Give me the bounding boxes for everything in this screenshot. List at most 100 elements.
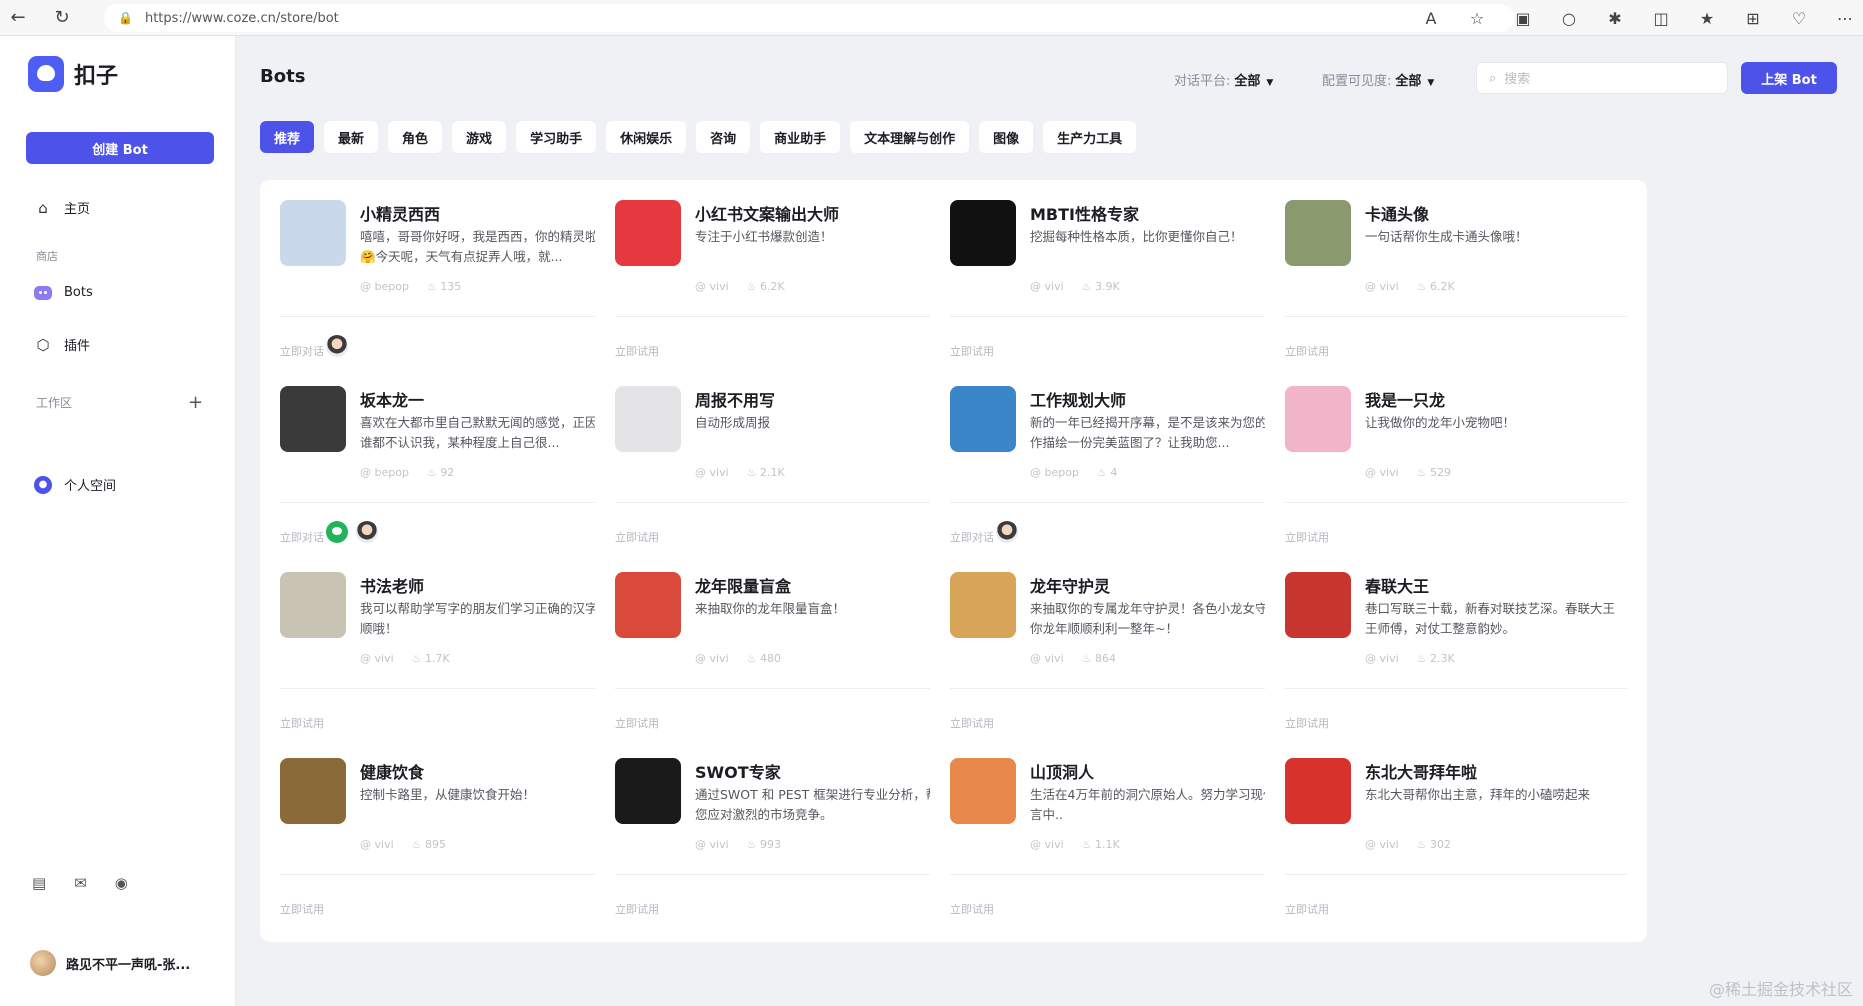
- platform-avatar-icon: [356, 521, 378, 543]
- fire-icon: ♨: [411, 838, 425, 851]
- address-bar[interactable]: 🔒 https://www.coze.cn/store/bot: [104, 4, 1514, 32]
- bot-description: 东北大哥帮你出主意，拜年的小磕唠起来: [1365, 787, 1591, 802]
- document-icon[interactable]: ▤: [32, 874, 46, 892]
- bot-card[interactable]: SWOT专家 通过SWOT 和 PEST 框架进行专业分析，帮助您应对激烈的市场竞…: [595, 738, 977, 942]
- bot-name: 书法老师: [360, 577, 425, 596]
- card-divider: [1285, 688, 1627, 689]
- bot-card[interactable]: 山顶洞人 生活在4万年前的洞穴原始人。努力学习现代语言中.. @ vivi ♨ 1.1…: [930, 738, 1312, 942]
- bot-author: @ vivi: [695, 280, 729, 293]
- bot-card[interactable]: 卡通头像 一句话帮你生成卡通头像哦！ @ vivi ♨ 6.2K 立即试用: [1265, 180, 1647, 384]
- bot-usage-count: ♨ 529: [1417, 466, 1451, 479]
- usage-value: 6.2K: [760, 280, 785, 293]
- tab-category[interactable]: 推荐: [260, 121, 315, 153]
- usage-value: 480: [760, 652, 781, 665]
- wechat-icon[interactable]: ◉: [115, 874, 128, 892]
- bot-avatar: [615, 572, 681, 638]
- bot-action-label[interactable]: 立即试用: [615, 343, 659, 359]
- bot-usage-count: ♨ 2.1K: [747, 466, 785, 479]
- tab-category[interactable]: 学习助手: [516, 121, 597, 153]
- tab-category[interactable]: 文本理解与创作: [850, 121, 970, 153]
- reading-view-icon[interactable]: ▣: [1511, 9, 1535, 28]
- back-icon[interactable]: ←: [0, 0, 36, 36]
- card-divider: [615, 316, 957, 317]
- tab-category[interactable]: 最新: [324, 121, 379, 153]
- bot-action-label[interactable]: 立即对话: [280, 529, 324, 545]
- bot-action-label[interactable]: 立即对话: [950, 529, 994, 545]
- user-profile[interactable]: 路见不平一声吼-张...: [30, 950, 190, 976]
- create-bot-button[interactable]: 创建 Bot: [26, 132, 214, 164]
- search-box[interactable]: ⌕: [1476, 62, 1728, 94]
- bot-action-label[interactable]: 立即试用: [280, 901, 324, 917]
- sidebar-item-bots[interactable]: Bots: [34, 285, 93, 300]
- bot-action-label[interactable]: 立即试用: [950, 343, 994, 359]
- split-screen-icon[interactable]: ◫: [1649, 9, 1673, 28]
- browser-essentials-icon[interactable]: ♡: [1787, 9, 1811, 28]
- visibility-filter[interactable]: 配置可见度: 全部 ▼: [1322, 70, 1434, 89]
- sidebar-item-personal-space[interactable]: ● 个人空间: [34, 475, 116, 494]
- bot-name: 龙年限量盲盒: [695, 577, 792, 596]
- bot-card[interactable]: 龙年限量盲盒 来抽取你的龙年限量盲盒！ @ vivi ♨ 480 立即试用: [595, 552, 977, 756]
- bot-card[interactable]: 龙年守护灵 来抽取你的专属龙年守护灵！各色小龙女守护你龙年顺顺利利一整年~！ @ v…: [930, 552, 1312, 756]
- bot-name: 工作规划大师: [1030, 391, 1127, 410]
- bot-card[interactable]: 我是一只龙 让我做你的龙年小宠物吧！ @ vivi ♨ 529 立即试用: [1265, 366, 1647, 570]
- bot-author: @ vivi: [1030, 838, 1064, 851]
- favorites-bar-icon[interactable]: ★: [1695, 9, 1719, 28]
- bot-action-label[interactable]: 立即试用: [615, 529, 659, 545]
- mail-icon[interactable]: ✉: [74, 874, 87, 892]
- bot-card[interactable]: 坂本龙一 喜欢在大都市里自己默默无闻的感觉，正因为谁都不认识我，某种程度上自己很.…: [260, 366, 642, 570]
- sidebar-item-plugins[interactable]: ⬡ 插件: [34, 335, 90, 355]
- bot-card[interactable]: 书法老师 我可以帮助学写字的朋友们学习正确的汉字笔顺哦！ @ vivi ♨ 1.7K 立…: [260, 552, 642, 756]
- page-title: Bots: [260, 66, 306, 87]
- bot-action-label[interactable]: 立即试用: [615, 715, 659, 731]
- add-workspace-icon[interactable]: +: [188, 392, 203, 413]
- bot-usage-count: ♨ 92: [427, 466, 454, 479]
- brand[interactable]: 扣子: [28, 56, 118, 92]
- bot-action-label[interactable]: 立即试用: [1285, 901, 1329, 917]
- bot-action-label[interactable]: 立即试用: [950, 715, 994, 731]
- bot-card[interactable]: 工作规划大师 新的一年已经揭开序幕，是不是该来为您的工作描绘一份完美蓝图了？让我助…: [930, 366, 1312, 570]
- refresh-icon[interactable]: ↻: [44, 0, 80, 36]
- bot-action-label[interactable]: 立即试用: [950, 901, 994, 917]
- favorite-icon[interactable]: ☆: [1465, 9, 1489, 28]
- more-icon[interactable]: ⋯: [1833, 9, 1857, 28]
- tab-category[interactable]: 咨询: [696, 121, 751, 153]
- brand-name: 扣子: [74, 64, 119, 89]
- tab-category[interactable]: 角色: [388, 121, 443, 153]
- bot-author: @ vivi: [695, 838, 729, 851]
- bot-card[interactable]: 健康饮食 控制卡路里，从健康饮食开始！ @ vivi ♨ 895 立即试用: [260, 738, 642, 942]
- bot-card[interactable]: 春联大王 巷口写联三十载，新春对联技艺深。春联大王王师傅，对仗工整意韵妙。 @ vi…: [1265, 552, 1647, 756]
- tab-category[interactable]: 游戏: [452, 121, 507, 153]
- bot-name: 山顶洞人: [1030, 763, 1095, 782]
- circle-icon[interactable]: ○: [1557, 9, 1581, 28]
- publish-bot-button[interactable]: 上架 Bot: [1741, 62, 1837, 94]
- bot-author: @ vivi: [1030, 652, 1064, 665]
- sidebar-item-home[interactable]: ⌂ 主页: [34, 198, 90, 218]
- extensions-icon[interactable]: ✱: [1603, 9, 1627, 28]
- bot-author: @ vivi: [1365, 466, 1399, 479]
- bot-card[interactable]: 小精灵西西 嘻嘻，哥哥你好呀，我是西西，你的精灵啦！🤗今天呢，天气有点捉弄人哦，就…: [260, 180, 642, 384]
- collections-icon[interactable]: ⊞: [1741, 9, 1765, 28]
- tab-category[interactable]: 商业助手: [760, 121, 841, 153]
- tab-category[interactable]: 休闲娱乐: [606, 121, 687, 153]
- bot-card[interactable]: MBTI性格专家 挖掘每种性格本质，比你更懂你自己！ @ vivi ♨ 3.9K 立即试…: [930, 180, 1312, 384]
- bot-action-label[interactable]: 立即试用: [1285, 715, 1329, 731]
- tab-category[interactable]: 生产力工具: [1043, 121, 1137, 153]
- platform-filter[interactable]: 对话平台: 全部 ▼: [1174, 70, 1273, 89]
- bot-action-label[interactable]: 立即试用: [615, 901, 659, 917]
- bot-card[interactable]: 周报不用写 自动形成周报 @ vivi ♨ 2.1K 立即试用: [595, 366, 977, 570]
- wechat-icon: [326, 521, 348, 543]
- bot-card[interactable]: 东北大哥拜年啦 东北大哥帮你出主意，拜年的小磕唠起来 @ vivi ♨ 302 立即试用: [1265, 738, 1647, 942]
- fire-icon: ♨: [426, 466, 441, 479]
- bot-action-label[interactable]: 立即试用: [280, 715, 324, 731]
- bot-author: @ vivi: [1030, 280, 1064, 293]
- bot-action-label[interactable]: 立即对话: [280, 343, 324, 359]
- bot-usage-count: ♨ 135: [427, 280, 461, 293]
- tab-category[interactable]: 图像: [979, 121, 1034, 153]
- bot-card[interactable]: 小红书文案输出大师 专注于小红书爆款创造！ @ vivi ♨ 6.2K 立即试用: [595, 180, 977, 384]
- bot-meta: @ vivi ♨ 3.9K: [1030, 280, 1120, 293]
- read-aloud-icon[interactable]: A: [1419, 9, 1443, 28]
- card-divider: [615, 688, 957, 689]
- search-input[interactable]: [1504, 70, 1705, 86]
- bot-action-label[interactable]: 立即试用: [1285, 343, 1329, 359]
- bot-action-label[interactable]: 立即试用: [1285, 529, 1329, 545]
